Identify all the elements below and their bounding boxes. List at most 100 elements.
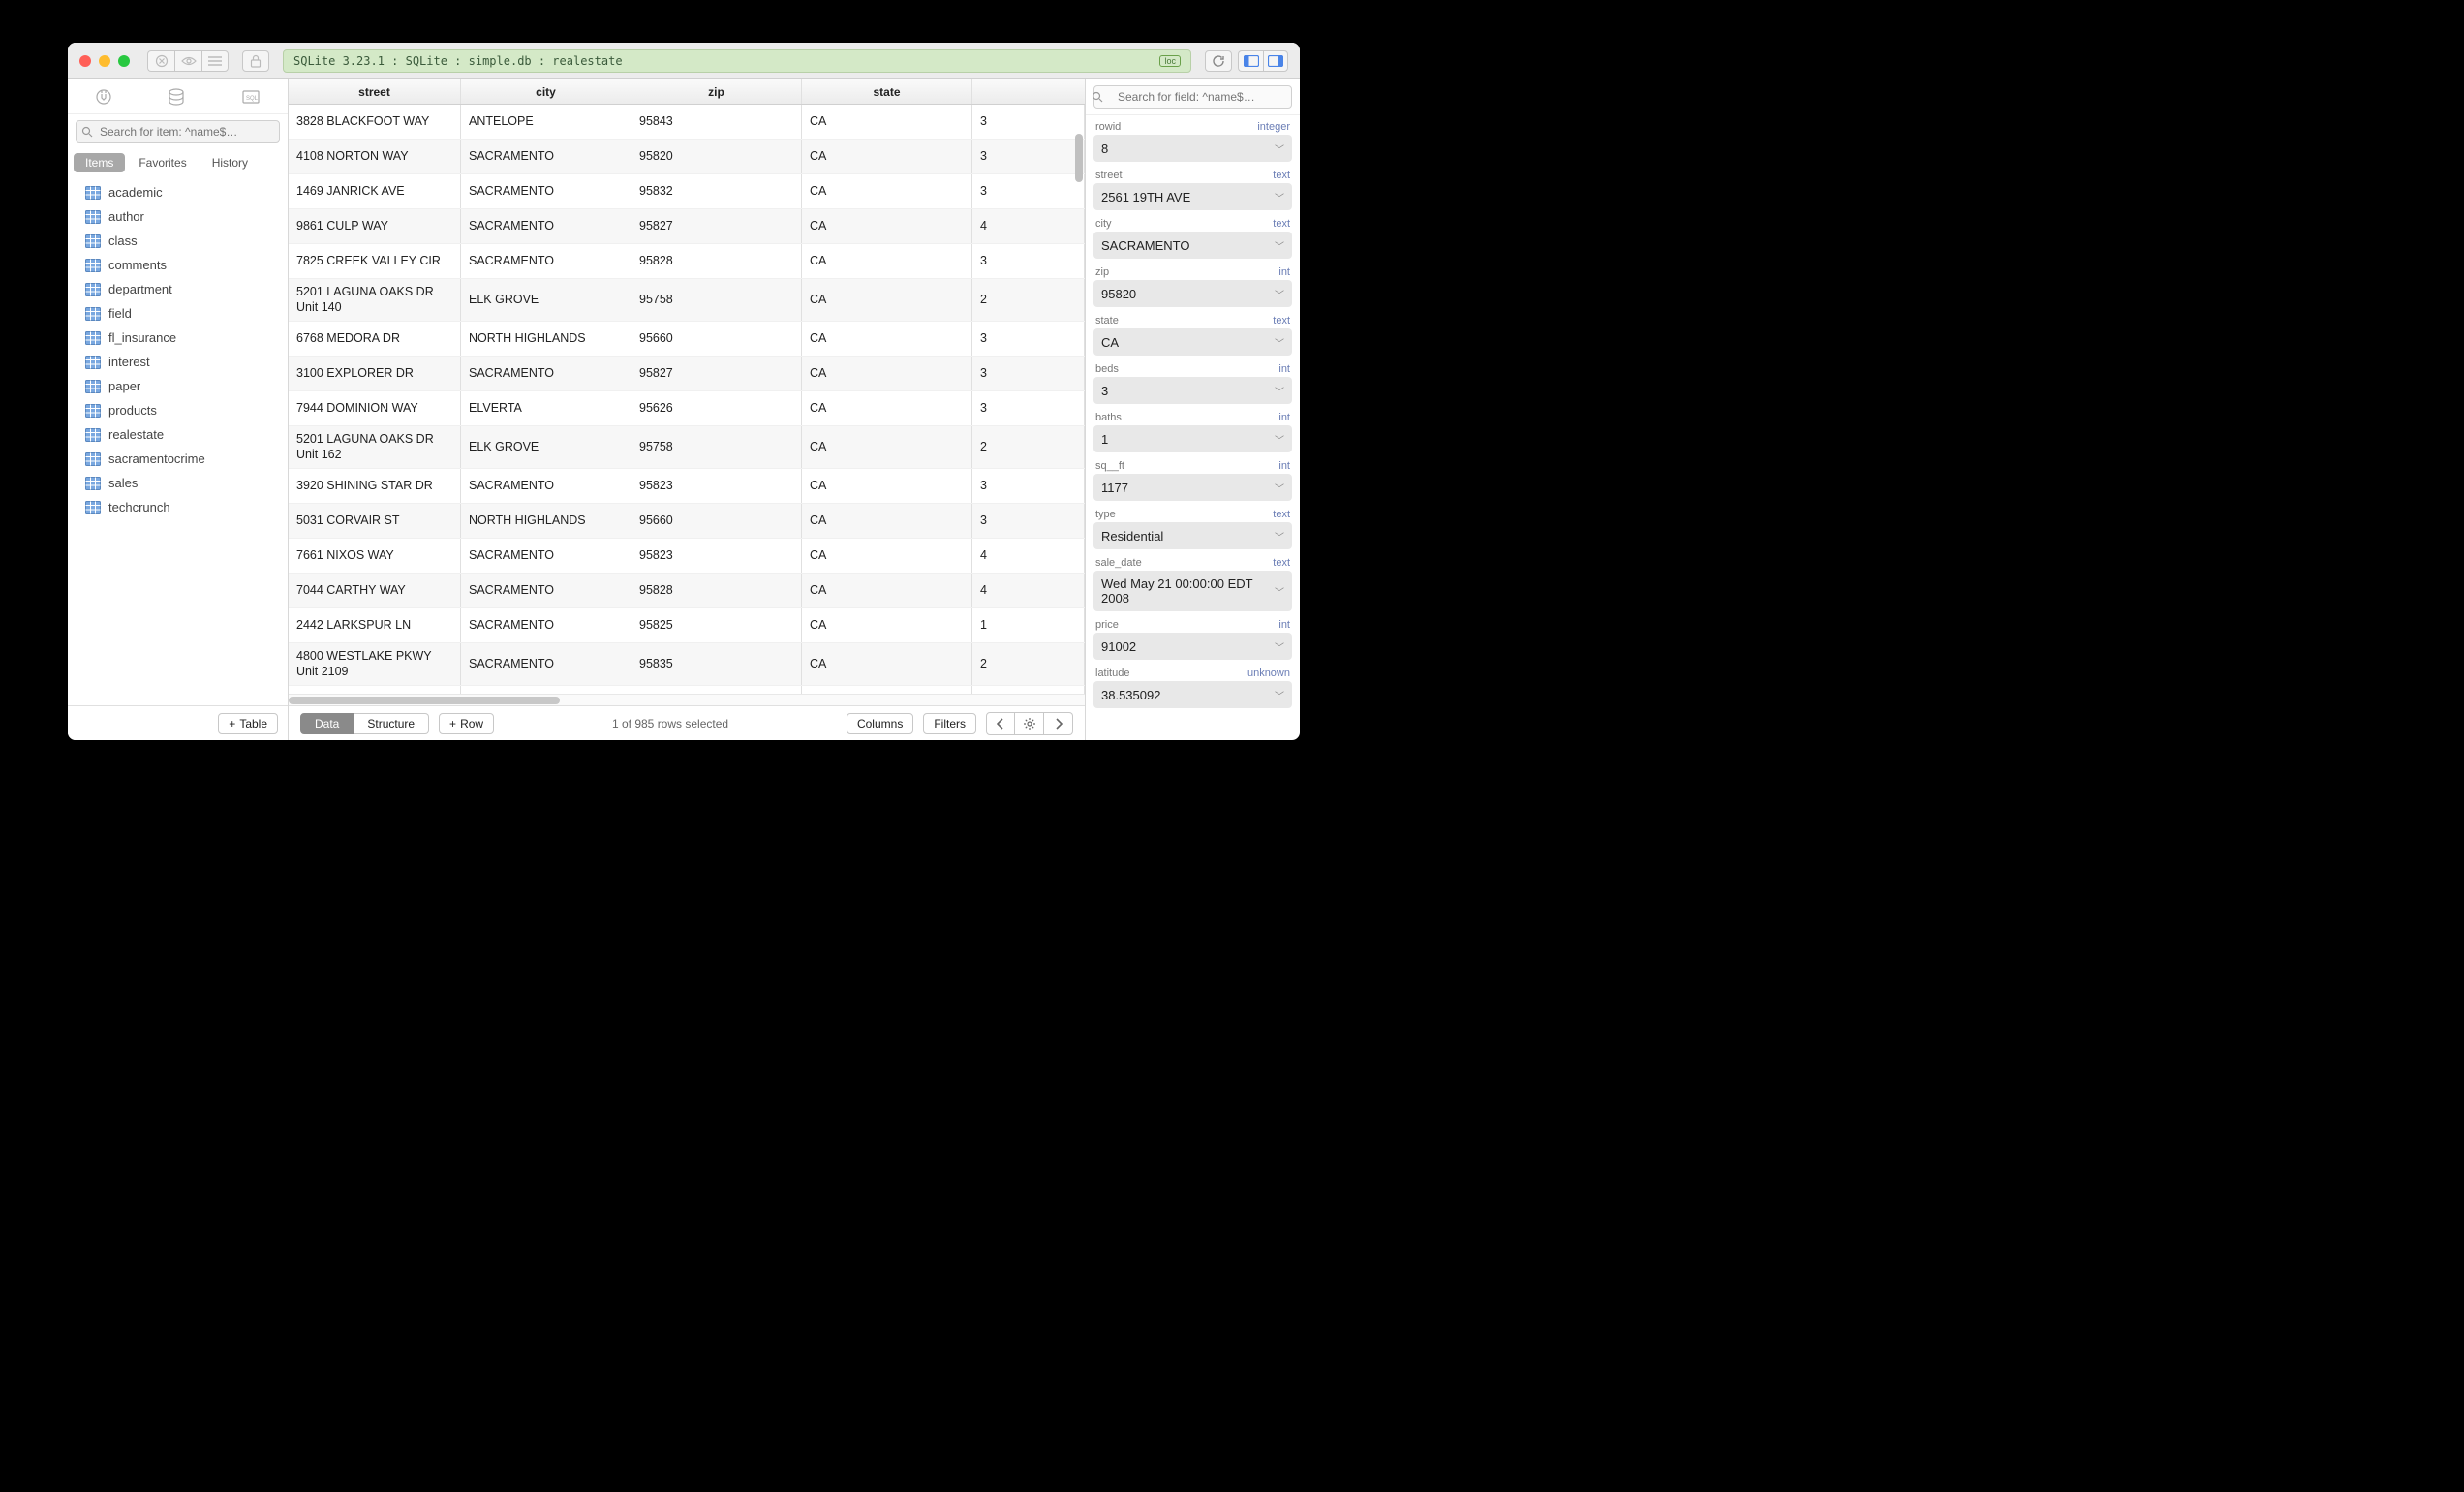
field-value-input[interactable]: 91002﹀ [1093, 633, 1292, 660]
field-value-input[interactable]: 38.535092﹀ [1093, 681, 1292, 708]
table-row[interactable]: 4800 WESTLAKE PKWY Unit 2109SACRAMENTO95… [289, 643, 1085, 686]
tab-data[interactable]: Data [300, 713, 354, 734]
list-button[interactable] [201, 50, 229, 72]
field-value-input[interactable]: 95820﹀ [1093, 280, 1292, 307]
sidebar-item-fl_insurance[interactable]: fl_insurance [68, 326, 288, 350]
scrollbar-thumb[interactable] [289, 697, 560, 704]
vertical-scrollbar[interactable] [1075, 134, 1083, 182]
address-bar[interactable]: SQLite 3.23.1 : SQLite : simple.db : rea… [283, 49, 1191, 73]
field-value-input[interactable]: 1177﹀ [1093, 474, 1292, 501]
tab-favorites[interactable]: Favorites [127, 153, 198, 172]
sidebar-item-sacramentocrime[interactable]: sacramentocrime [68, 447, 288, 471]
sidebar-item-products[interactable]: products [68, 398, 288, 422]
refresh-button[interactable] [1205, 50, 1232, 72]
tab-history[interactable]: History [200, 153, 260, 172]
cell-street: 7944 DOMINION WAY [289, 391, 461, 425]
table-row[interactable]: 5201 LAGUNA OAKS DR Unit 140ELK GROVE957… [289, 279, 1085, 322]
field-value: 91002 [1101, 639, 1136, 654]
table-row[interactable]: 7944 DOMINION WAYELVERTA95626CA3 [289, 391, 1085, 426]
database-tab-icon[interactable] [167, 88, 186, 106]
sidebar-search-input[interactable] [76, 120, 280, 143]
field-value-input[interactable]: 1﹀ [1093, 425, 1292, 452]
sidebar-item-class[interactable]: class [68, 229, 288, 253]
sidebar-item-realestate[interactable]: realestate [68, 422, 288, 447]
horizontal-scrollbar[interactable] [289, 694, 1085, 705]
field-value: 95820 [1101, 287, 1136, 301]
field-name: state [1095, 315, 1119, 326]
toggle-right-panel-button[interactable] [1263, 50, 1288, 72]
sidebar-item-list: academic author class comments departmen… [68, 178, 288, 705]
sidebar-item-author[interactable]: author [68, 204, 288, 229]
app-window: SQLite 3.23.1 : SQLite : simple.db : rea… [68, 43, 1300, 740]
minimize-window-button[interactable] [99, 55, 110, 67]
table-row[interactable]: 5201 LAGUNA OAKS DR Unit 162ELK GROVE957… [289, 426, 1085, 469]
tab-structure[interactable]: Structure [354, 713, 429, 734]
next-page-button[interactable] [1044, 712, 1073, 735]
field-value-input[interactable]: Residential﹀ [1093, 522, 1292, 549]
field-value-input[interactable]: Wed May 21 00:00:00 EDT 2008﹀ [1093, 571, 1292, 611]
cell-last: 3 [972, 322, 1085, 356]
column-header-street[interactable]: street [289, 79, 461, 104]
table-row[interactable]: 9861 CULP WAYSACRAMENTO95827CA4 [289, 209, 1085, 244]
table-row[interactable]: 3100 EXPLORER DRSACRAMENTO95827CA3 [289, 357, 1085, 391]
table-row[interactable]: 1469 JANRICK AVESACRAMENTO95832CA3 [289, 174, 1085, 209]
cell-last: 1 [972, 608, 1085, 642]
column-header-state[interactable]: state [802, 79, 972, 104]
field-value-input[interactable]: 2561 19TH AVE﹀ [1093, 183, 1292, 210]
table-row[interactable]: 4108 NORTON WAYSACRAMENTO95820CA3 [289, 140, 1085, 174]
cell-state: CA [802, 140, 972, 173]
window-controls [79, 55, 130, 67]
add-table-button[interactable]: + Table [218, 713, 278, 734]
sidebar-item-techcrunch[interactable]: techcrunch [68, 495, 288, 519]
tab-items[interactable]: Items [74, 153, 125, 172]
columns-button[interactable]: Columns [847, 713, 913, 734]
cell-state: CA [802, 574, 972, 607]
table-row[interactable]: 2442 LARKSPUR LNSACRAMENTO95825CA1 [289, 608, 1085, 643]
column-header-zip[interactable]: zip [631, 79, 802, 104]
sidebar-right: rowidinteger8﹀streettext2561 19TH AVE﹀ci… [1085, 79, 1300, 740]
column-header-last[interactable] [972, 79, 1085, 104]
table-row[interactable]: 7825 CREEK VALLEY CIRSACRAMENTO95828CA3 [289, 244, 1085, 279]
view-button[interactable] [174, 50, 201, 72]
sidebar-scope-tabs: Items Favorites History [68, 149, 288, 178]
settings-button[interactable] [1015, 712, 1044, 735]
field-search-input[interactable] [1093, 85, 1292, 109]
sidebar-item-department[interactable]: department [68, 277, 288, 301]
table-row[interactable]: 7044 CARTHY WAYSACRAMENTO95828CA4 [289, 574, 1085, 608]
table-row[interactable]: 6768 MEDORA DRNORTH HIGHLANDS95660CA3 [289, 322, 1085, 357]
field-value: 38.535092 [1101, 688, 1160, 702]
sidebar-item-field[interactable]: field [68, 301, 288, 326]
column-header-city[interactable]: city [461, 79, 631, 104]
table-row[interactable]: 5031 CORVAIR STNORTH HIGHLANDS95660CA3 [289, 504, 1085, 539]
filters-button[interactable]: Filters [923, 713, 976, 734]
table-body[interactable]: 3828 BLACKFOOT WAYANTELOPE95843CA34108 N… [289, 105, 1085, 694]
field-value-input[interactable]: SACRAMENTO﹀ [1093, 232, 1292, 259]
toggle-left-panel-button[interactable] [1238, 50, 1263, 72]
cell-last: 3 [972, 469, 1085, 503]
lock-button[interactable] [242, 50, 269, 72]
sidebar-item-interest[interactable]: interest [68, 350, 288, 374]
table-row[interactable]: 7661 NIXOS WAYSACRAMENTO95823CA4 [289, 539, 1085, 574]
sidebar-item-sales[interactable]: sales [68, 471, 288, 495]
table-row[interactable]: 3920 SHINING STAR DRSACRAMENTO95823CA3 [289, 469, 1085, 504]
table-row[interactable]: 3828 BLACKFOOT WAYANTELOPE95843CA3 [289, 105, 1085, 140]
sidebar-item-academic[interactable]: academic [68, 180, 288, 204]
field-value-input[interactable]: CA﹀ [1093, 328, 1292, 356]
stop-button[interactable] [147, 50, 174, 72]
plugin-tab-icon[interactable] [95, 88, 112, 106]
cell-street: 6768 MEDORA DR [289, 322, 461, 356]
add-row-button[interactable]: + Row [439, 713, 494, 734]
chevron-down-icon: ﹀ [1275, 481, 1284, 495]
cell-last: 3 [972, 244, 1085, 278]
field-zip: zipint95820﹀ [1093, 264, 1292, 307]
prev-page-button[interactable] [986, 712, 1015, 735]
sidebar-item-comments[interactable]: comments [68, 253, 288, 277]
sidebar-item-label: interest [108, 355, 150, 369]
field-value-input[interactable]: 8﹀ [1093, 135, 1292, 162]
close-window-button[interactable] [79, 55, 91, 67]
field-value-input[interactable]: 3﹀ [1093, 377, 1292, 404]
zoom-window-button[interactable] [118, 55, 130, 67]
table-row[interactable]: 2178 63RD AVESACRAMENTO95822CA3 [289, 686, 1085, 694]
sql-tab-icon[interactable]: SQL [241, 89, 261, 105]
sidebar-item-paper[interactable]: paper [68, 374, 288, 398]
